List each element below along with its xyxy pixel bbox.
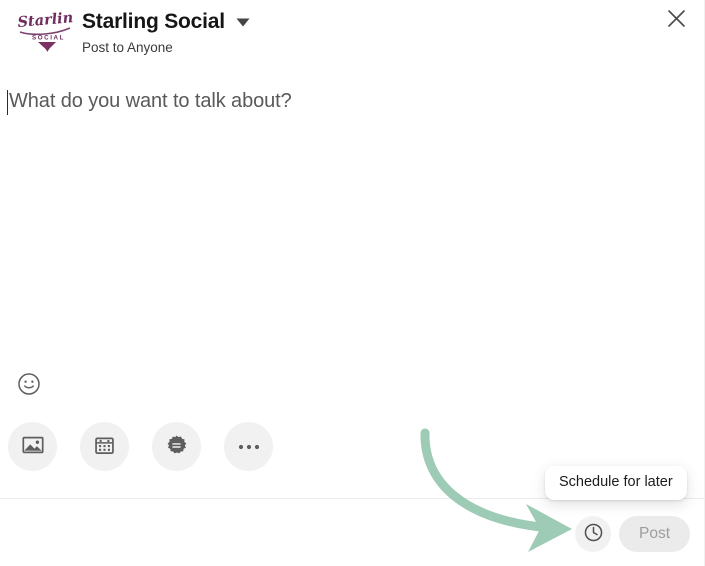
add-event-button[interactable] [80, 422, 129, 471]
audience-label: Post to Anyone [82, 39, 173, 55]
close-button[interactable] [654, 0, 698, 40]
calendar-icon [93, 434, 116, 460]
account-selector[interactable]: Starling Social [82, 10, 250, 34]
more-options-button[interactable] [224, 422, 273, 471]
chevron-down-icon[interactable] [236, 18, 250, 27]
celebrate-occasion-button[interactable] [152, 422, 201, 471]
account-name: Starling Social [82, 10, 225, 33]
post-button[interactable]: Post [619, 516, 690, 552]
ellipsis-icon [237, 439, 261, 454]
account-identity: Starling Social Post to Anyone [82, 10, 250, 56]
starling-social-logo: Starling SOCIAL [16, 8, 84, 52]
add-media-button[interactable] [8, 422, 57, 471]
attachment-toolbar [8, 422, 273, 471]
schedule-button[interactable] [575, 516, 611, 552]
svg-text:SOCIAL: SOCIAL [32, 35, 65, 42]
schedule-tooltip: Schedule for later [545, 466, 687, 500]
composer-placeholder: What do you want to talk about? [9, 90, 292, 112]
smiley-face-icon [17, 372, 41, 399]
svg-text:Starling: Starling [17, 12, 74, 31]
close-icon [667, 9, 686, 31]
text-caret [7, 90, 8, 115]
action-bar: Post [575, 516, 690, 552]
image-icon [21, 433, 45, 460]
award-badge-icon [165, 434, 188, 460]
share-post-dialog: Starling SOCIAL Starling Social Post to … [0, 0, 705, 566]
clock-icon [583, 522, 604, 546]
post-composer[interactable]: What do you want to talk about? [0, 88, 704, 358]
emoji-button[interactable] [15, 371, 43, 399]
dialog-header: Starling SOCIAL Starling Social Post to … [0, 0, 704, 62]
